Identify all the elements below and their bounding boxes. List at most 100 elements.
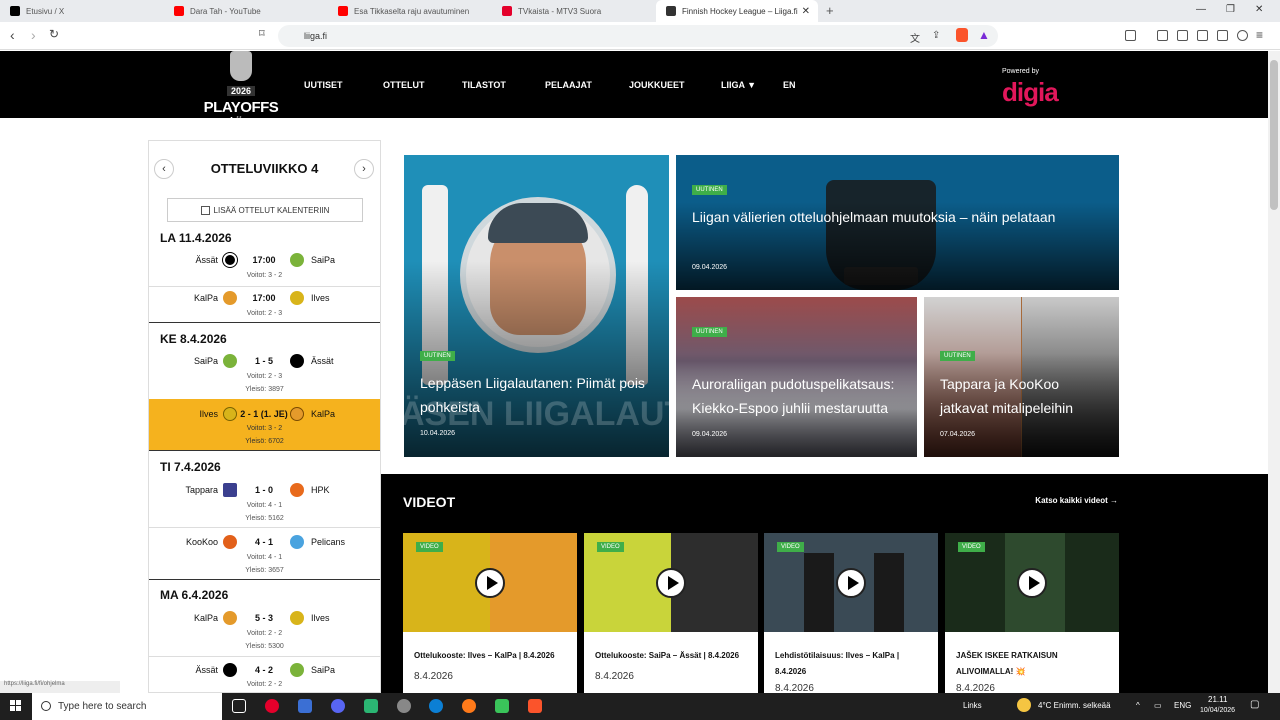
chevron-up-icon[interactable]: ^ <box>1136 701 1140 710</box>
brave-rewards-icon[interactable]: ▲ <box>978 28 990 42</box>
weather-text[interactable]: 4°C Enimm. selkeää <box>1038 701 1111 710</box>
away-team: SaiPa <box>311 255 336 265</box>
nav-en[interactable]: EN <box>783 80 796 90</box>
trophy-icon <box>230 51 252 81</box>
firefox-icon[interactable] <box>462 699 476 713</box>
play-icon[interactable] <box>1017 568 1047 598</box>
close-icon[interactable]: ✕ <box>802 6 810 17</box>
news-title: Leppäsen Liigalautanen: Piimät pois pohk… <box>420 375 645 415</box>
add-to-calendar-button[interactable]: LISÄÄ OTTELUT KALENTERIIN <box>167 198 363 222</box>
minimize-icon[interactable]: — <box>1196 4 1206 15</box>
bookmark-icon[interactable]: ⌑ <box>259 27 265 40</box>
back-icon[interactable]: ‹ <box>10 27 15 43</box>
app-icon[interactable] <box>364 699 378 713</box>
news-card[interactable]: UUTINEN Auroraliigan pudotuspelikatsaus:… <box>676 297 917 457</box>
video-card[interactable]: VIDEO Ottelukooste: SaiPa – Ässät | 8.4.… <box>584 533 758 693</box>
series-record: Voitot: 2 - 3 <box>246 310 283 317</box>
taskbar-search[interactable]: Type here to search <box>32 693 222 720</box>
game-row[interactable]: Ässät 17:00 SaiPa Voitot: 3 - 2 <box>149 253 380 286</box>
language-indicator[interactable]: ENG <box>1174 701 1191 710</box>
news-date: 09.04.2026 <box>692 431 728 438</box>
game-row[interactable]: KooKoo 4 - 1 Pelicans Voitot: 4 - 1 Ylei… <box>149 535 380 579</box>
network-icon[interactable]: ▭ <box>1154 701 1162 710</box>
tab-youtube[interactable]: Dara Tah - YouTube <box>164 0 328 22</box>
scrollbar-thumb[interactable] <box>1270 60 1278 210</box>
tab-liiga[interactable]: Finnish Hockey League – Liiga.fi ✕ <box>656 0 818 22</box>
game-row-selected[interactable]: Ilves 2 - 1 (1. JE) KalPa Voitot: 3 - 2 … <box>149 399 380 450</box>
nav-liiga[interactable]: LIIGA ▼ <box>721 80 756 90</box>
home-team: KalPa <box>193 613 218 623</box>
video-card[interactable]: VIDEO Lehdistötilaisuus: Ilves – KalPa |… <box>764 533 938 694</box>
view-all-videos-link[interactable]: Katso kaikki videot → <box>1035 496 1118 505</box>
links-toolbar[interactable]: Links <box>963 701 982 710</box>
day-heading: KE 8.4.2026 <box>160 332 227 346</box>
game-row[interactable]: KalPa 5 - 3 Ilves Voitot: 2 - 2 Yleisö: … <box>149 611 380 655</box>
site-header: 2026 PLAYOFFS Liiga UUTISET OTTELUT TILA… <box>0 51 1268 127</box>
url-input[interactable]: liiga.fi <box>278 25 998 47</box>
nav-tilastot[interactable]: TILASTOT <box>462 80 506 90</box>
app-icon[interactable] <box>397 699 411 713</box>
sponsor-logo[interactable]: digia <box>1002 77 1059 108</box>
reader-icon[interactable] <box>1125 30 1136 41</box>
app-icon[interactable] <box>298 699 312 713</box>
assat-logo <box>290 354 304 368</box>
series-record: Voitot: 4 - 1 <box>246 502 283 509</box>
windows-start-icon[interactable] <box>10 700 22 712</box>
translate-icon[interactable]: 文 <box>910 30 920 45</box>
news-card[interactable]: UUTINEN Liigan välierien otteluohjelmaan… <box>676 155 1119 290</box>
new-tab-button[interactable]: + <box>826 3 834 18</box>
away-team: SaiPa <box>311 665 336 675</box>
clock-time[interactable]: 21.11 <box>1208 695 1227 704</box>
share-icon[interactable]: ⇪ <box>932 30 940 41</box>
news-card-featured[interactable]: ÄSEN LIIGALAUTAN UUTINEN Leppäsen Liigal… <box>404 155 669 457</box>
tab-youtube-2[interactable]: Esa Tikkaselta raju avautuminen <box>328 0 492 22</box>
tab-label: Etusivu / X <box>26 6 65 16</box>
reload-icon[interactable]: ↻ <box>49 27 59 41</box>
extensions-icon[interactable] <box>1217 30 1228 41</box>
game-row[interactable]: KalPa 17:00 Ilves Voitot: 2 - 3 <box>149 291 380 321</box>
divider <box>149 656 380 657</box>
nav-pelaajat[interactable]: PELAAJAT <box>545 80 592 90</box>
game-row[interactable]: Ässät 4 - 2 SaiPa Voitot: 2 - 2 <box>149 663 380 692</box>
maximize-icon[interactable]: ❐ <box>1226 4 1235 15</box>
play-icon[interactable] <box>836 568 866 598</box>
playoffs-logo[interactable]: 2026 PLAYOFFS Liiga <box>196 51 286 127</box>
game-row[interactable]: SaiPa 1 - 5 Ässät Voitot: 2 - 3 Yleisö: … <box>149 354 380 398</box>
brave-shield-icon[interactable] <box>956 28 968 42</box>
tab-tvkaista[interactable]: TVkaista - MTV3 Suora <box>492 0 656 22</box>
play-icon[interactable] <box>475 568 505 598</box>
news-card[interactable]: UUTINEN Tappara ja KooKoo jatkavat mital… <box>924 297 1119 457</box>
tab-label: Finnish Hockey League – Liiga.fi <box>682 6 798 16</box>
music-icon[interactable] <box>1157 30 1168 41</box>
next-week-button[interactable]: › <box>354 159 374 179</box>
forward-icon[interactable]: › <box>31 27 36 43</box>
play-icon[interactable] <box>656 568 686 598</box>
edge-icon[interactable] <box>429 699 443 713</box>
nav-ottelut[interactable]: OTTELUT <box>383 80 425 90</box>
clock-date[interactable]: 10/04/2026 <box>1200 707 1235 714</box>
nav-uutiset[interactable]: UUTISET <box>304 80 343 90</box>
nav-joukkueet[interactable]: JOUKKUEET <box>629 80 685 90</box>
game-score: 5 - 3 <box>254 613 273 623</box>
video-card[interactable]: VIDEO JAŠEK ISKEE RATKAISUN ALIVOIMALLA!… <box>945 533 1119 694</box>
vpn-icon[interactable] <box>1237 30 1248 41</box>
task-view-icon[interactable] <box>232 699 246 713</box>
app-icon[interactable] <box>495 699 509 713</box>
tab-x[interactable]: Etusivu / X <box>0 0 164 22</box>
home-team: KalPa <box>193 293 218 303</box>
notifications-icon[interactable]: ▢ <box>1250 699 1259 710</box>
kalpa-logo <box>223 611 237 625</box>
menu-icon[interactable]: ≡ <box>1256 28 1263 42</box>
sidebar-icon[interactable] <box>1177 30 1188 41</box>
press-conference-photo <box>804 553 834 632</box>
video-badge: VIDEO <box>416 542 443 552</box>
window-close-icon[interactable]: ✕ <box>1255 4 1263 15</box>
wallet-icon[interactable] <box>1197 30 1208 41</box>
opera-icon[interactable] <box>265 699 279 713</box>
video-card[interactable]: VIDEO Ottelukooste: Ilves – KalPa | 8.4.… <box>403 533 577 693</box>
brave-icon[interactable] <box>528 699 542 713</box>
game-row[interactable]: Tappara 1 - 0 HPK Voitot: 4 - 1 Yleisö: … <box>149 483 380 527</box>
discord-icon[interactable] <box>331 699 345 713</box>
hpk-logo <box>290 483 304 497</box>
day-heading: MA 6.4.2026 <box>160 588 229 602</box>
